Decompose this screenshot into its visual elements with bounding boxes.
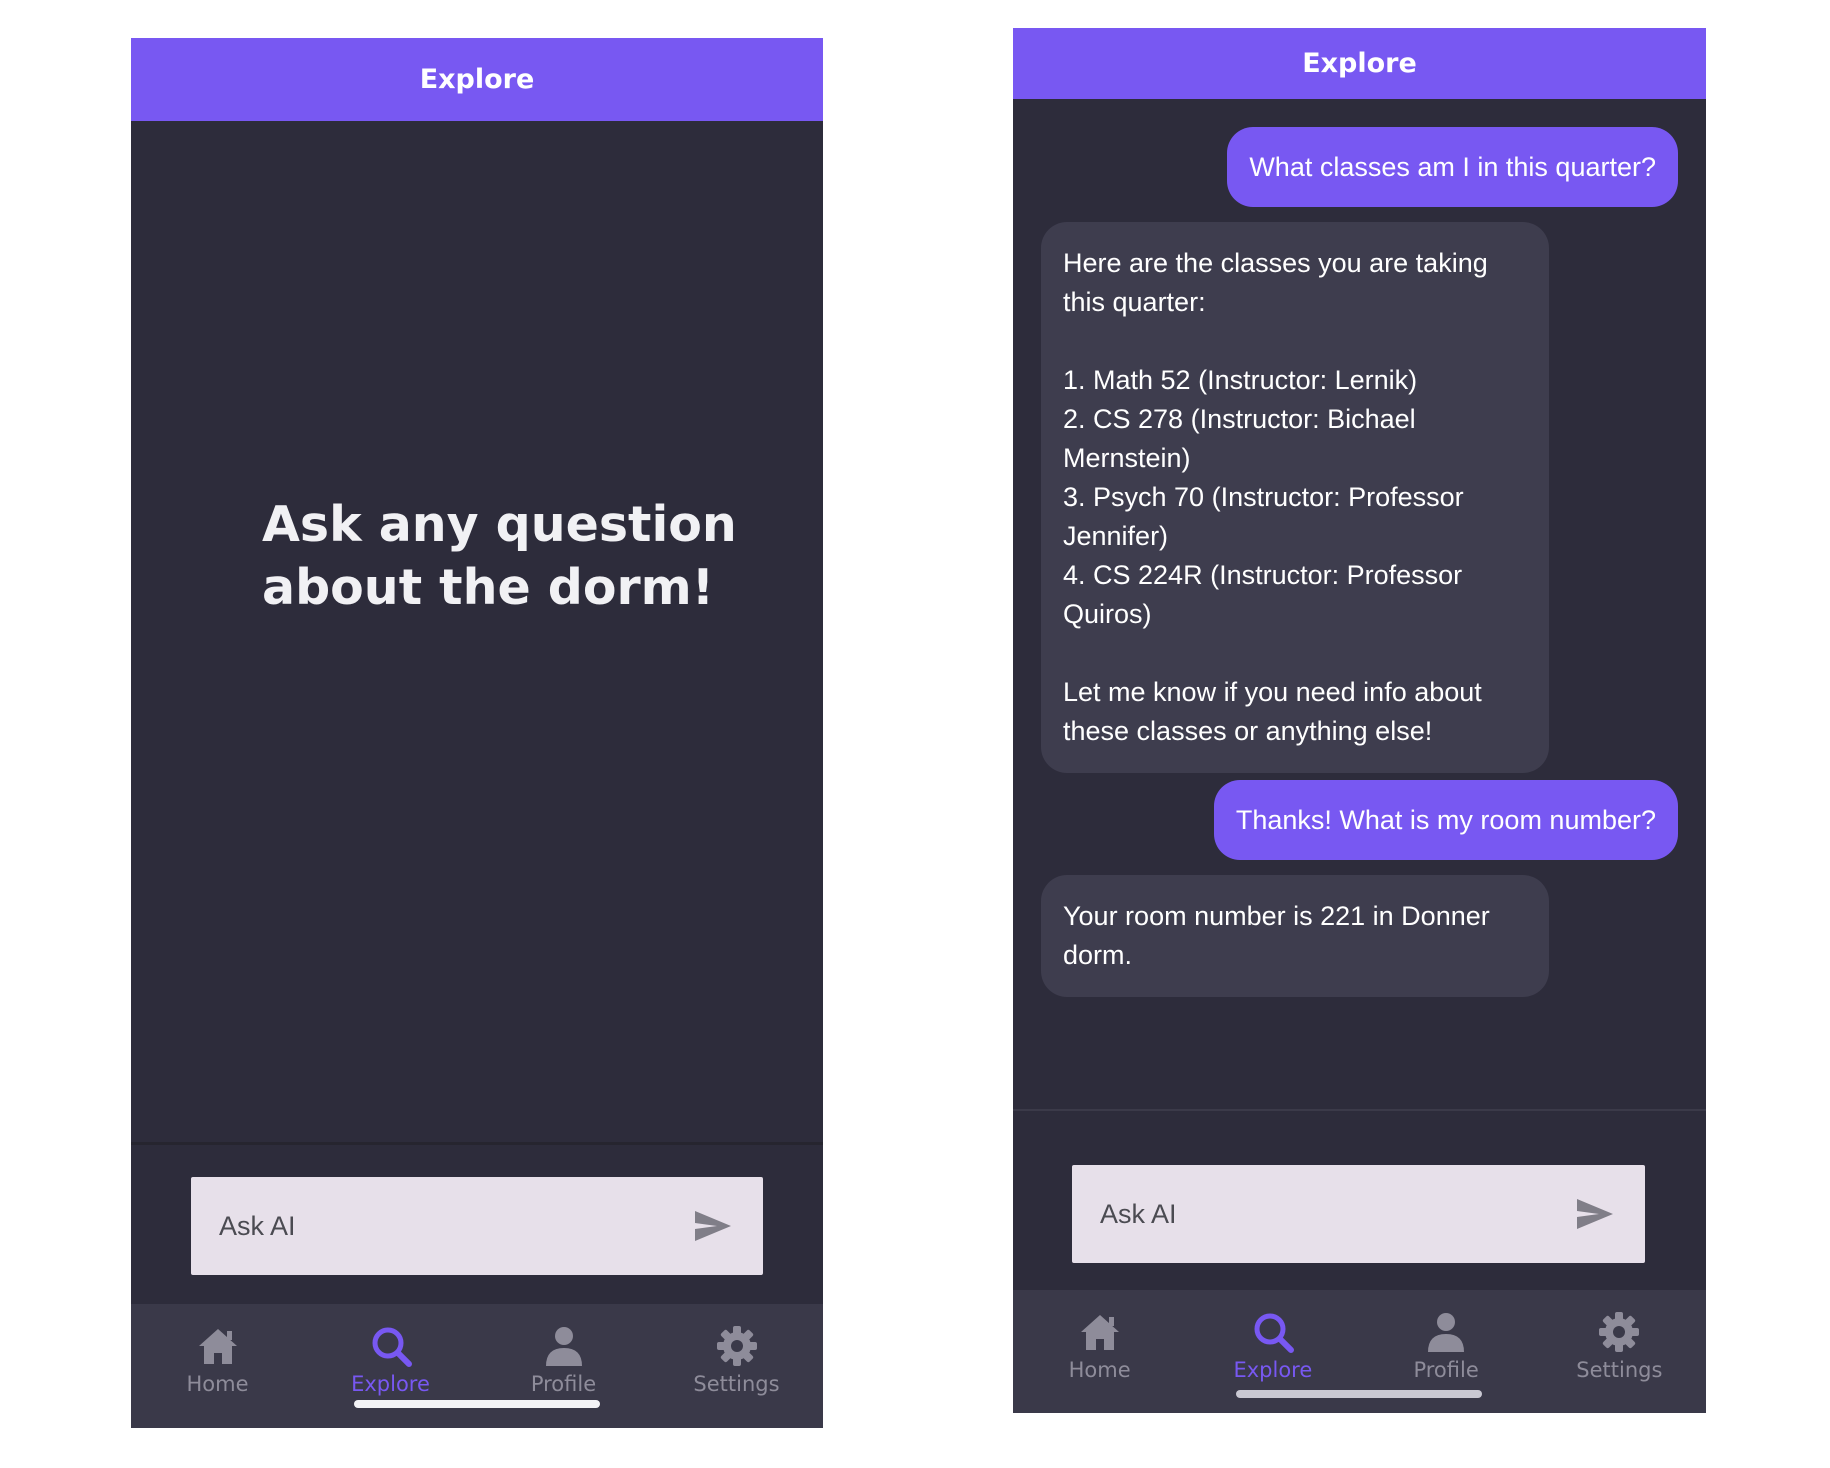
tab-profile-label: Profile bbox=[1413, 1358, 1479, 1382]
ask-ai-box bbox=[1072, 1164, 1645, 1264]
tab-explore-label: Explore bbox=[351, 1372, 430, 1396]
header: Explore bbox=[1013, 28, 1706, 99]
home-indicator bbox=[1236, 1390, 1482, 1398]
assistant-message: Your room number is 221 in Donner dorm. bbox=[1041, 875, 1549, 997]
assistant-message: Here are the classes you are taking this… bbox=[1041, 222, 1549, 773]
tab-profile-label: Profile bbox=[530, 1372, 597, 1396]
tab-explore-label: Explore bbox=[1233, 1358, 1313, 1382]
empty-state-prompt: Ask any question about the dorm! bbox=[262, 496, 737, 616]
tab-home-label: Home bbox=[1068, 1358, 1131, 1382]
tab-home[interactable]: Home bbox=[131, 1304, 304, 1428]
ask-ai-input[interactable] bbox=[191, 1176, 683, 1276]
divider bbox=[1013, 1109, 1706, 1111]
tab-explore[interactable]: Explore bbox=[304, 1304, 477, 1428]
ask-ai-input[interactable] bbox=[1072, 1164, 1565, 1264]
tab-home-label: Home bbox=[186, 1372, 249, 1396]
person-icon bbox=[1428, 1313, 1465, 1352]
divider bbox=[131, 1142, 823, 1145]
tab-bar: Home Explore Profile Settings bbox=[131, 1304, 823, 1428]
header: Explore bbox=[131, 38, 823, 121]
home-icon bbox=[198, 1329, 237, 1364]
header-title: Explore bbox=[419, 64, 535, 95]
phone-screen-chat: Explore What classes am I in this quarte… bbox=[1013, 28, 1706, 1413]
tab-settings-label: Settings bbox=[693, 1372, 780, 1396]
header-title: Explore bbox=[1302, 48, 1417, 79]
tab-settings[interactable]: Settings bbox=[1533, 1290, 1706, 1413]
phone-screen-empty: Explore Ask any question about the dorm!… bbox=[131, 38, 823, 1428]
search-icon bbox=[372, 1327, 412, 1367]
gear-icon bbox=[1599, 1312, 1640, 1352]
user-message: What classes am I in this quarter? bbox=[1227, 127, 1678, 207]
gear-icon bbox=[716, 1326, 757, 1366]
tab-profile[interactable]: Profile bbox=[477, 1304, 650, 1428]
user-message: Thanks! What is my room number? bbox=[1213, 780, 1678, 860]
home-icon bbox=[1080, 1315, 1119, 1350]
home-indicator bbox=[354, 1400, 600, 1408]
send-button[interactable] bbox=[1565, 1184, 1625, 1244]
person-icon bbox=[545, 1327, 582, 1366]
tab-settings-label: Settings bbox=[1576, 1358, 1663, 1382]
send-icon bbox=[1577, 1199, 1613, 1229]
ask-ai-box bbox=[191, 1176, 763, 1276]
send-button[interactable] bbox=[683, 1196, 743, 1256]
tab-settings[interactable]: Settings bbox=[650, 1304, 823, 1428]
search-icon bbox=[1254, 1313, 1294, 1353]
send-icon bbox=[695, 1211, 731, 1241]
tab-home[interactable]: Home bbox=[1013, 1290, 1186, 1413]
